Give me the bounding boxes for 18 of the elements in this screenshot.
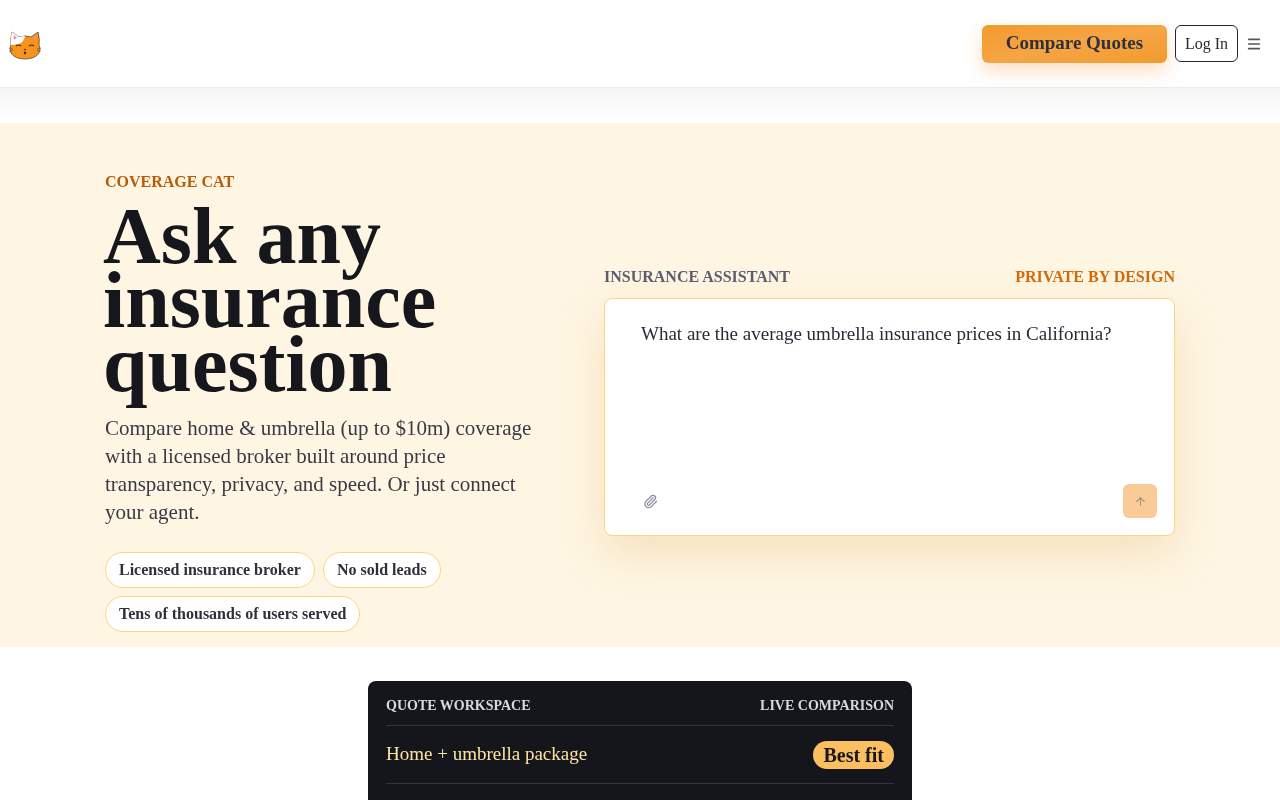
privacy-label: PRIVATE BY DESIGN	[1015, 267, 1175, 287]
feature-pill: Licensed insurance broker	[105, 551, 315, 588]
package-name: Home + umbrella package	[386, 742, 588, 767]
chat-input-box[interactable]: What are the average umbrella insurance prices in California?	[604, 298, 1175, 536]
eyebrow-text: COVERAGE CAT	[105, 171, 236, 192]
arrow-up-icon	[1133, 494, 1147, 508]
feature-pill: No sold leads	[322, 551, 441, 588]
question-field[interactable]: What are the average umbrella insurance prices in California?	[641, 321, 1157, 484]
attach-icon[interactable]	[643, 493, 658, 509]
assistant-label: INSURANCE ASSISTANT	[604, 267, 790, 287]
workspace-title: QUOTE WORKSPACE	[386, 697, 531, 715]
log-in-button[interactable]: Log In	[1174, 25, 1238, 62]
hero-headline: Ask any insurance question	[103, 195, 438, 410]
hero-description: Compare home & umbrella (up to $10m) coverage with a licensed broker built around price transparency, privacy, and speed. Or just connect your agent.	[105, 414, 533, 526]
best-fit-badge: Best fit	[813, 740, 894, 769]
compare-quotes-button[interactable]: Compare Quotes	[981, 24, 1167, 63]
workspace-status: LIVE COMPARISON	[760, 697, 894, 715]
feature-pill: Tens of thousands of users served	[105, 595, 361, 632]
